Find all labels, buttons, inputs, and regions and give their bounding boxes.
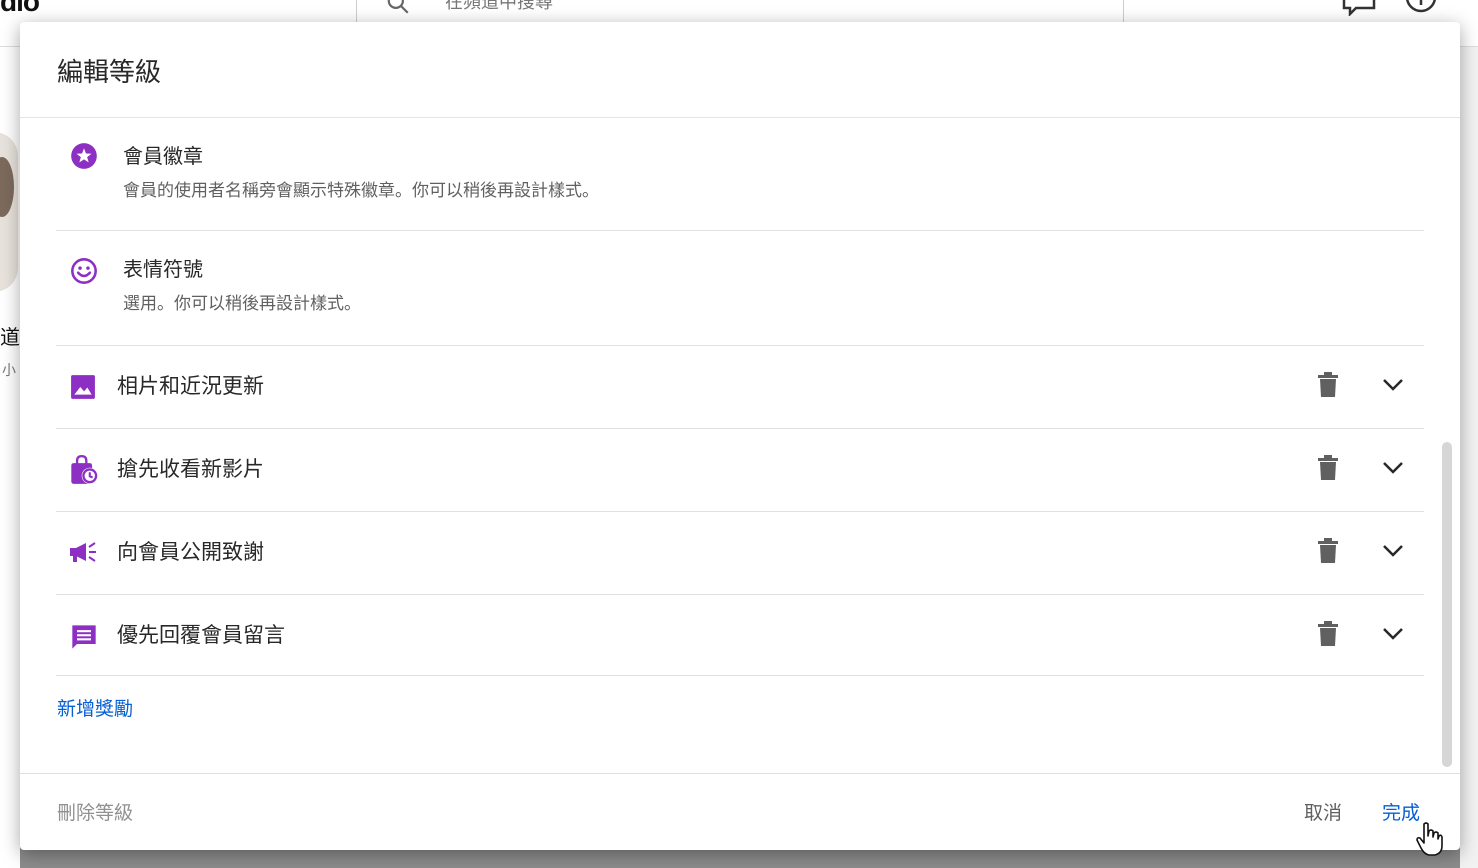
bag-clock-icon bbox=[71, 455, 98, 484]
reward-title: 優先回覆會員留言 bbox=[117, 623, 285, 647]
trash-icon[interactable] bbox=[1317, 538, 1339, 564]
trash-icon[interactable] bbox=[1317, 455, 1339, 481]
reward-title: 搶先收看新影片 bbox=[117, 457, 264, 481]
reward-row-shout-out: 向會員公開致謝 bbox=[56, 512, 1424, 595]
chevron-down-icon[interactable] bbox=[1382, 461, 1404, 475]
search-icon bbox=[387, 0, 409, 14]
chevron-down-icon[interactable] bbox=[1382, 544, 1404, 558]
background-sidebar: 道 小 bbox=[0, 47, 20, 868]
reward-title: 相片和近況更新 bbox=[117, 374, 264, 398]
add-reward-link[interactable]: 新增獎勵 bbox=[57, 694, 133, 721]
studio-logo: dio bbox=[0, 0, 40, 17]
reward-title: 向會員公開致謝 bbox=[117, 540, 264, 564]
done-button[interactable]: 完成 bbox=[1382, 798, 1420, 825]
feedback-icon[interactable] bbox=[1342, 0, 1376, 16]
chevron-down-icon[interactable] bbox=[1382, 627, 1404, 641]
perk-description: 會員的使用者名稱旁會顯示特殊徽章。你可以稍後再設計樣式。 bbox=[123, 181, 599, 201]
edit-tier-dialog: 編輯等級 會員徽章 會員的使用者名稱旁會顯示特殊徽章。你可以稍後再設計樣式。 表… bbox=[20, 22, 1460, 850]
perk-emojis: 表情符號 選用。你可以稍後再設計樣式。 bbox=[56, 231, 1424, 346]
megaphone-icon bbox=[70, 542, 96, 562]
channel-subtitle: 小 bbox=[2, 363, 16, 379]
reward-row-early-access: 搶先收看新影片 bbox=[56, 429, 1424, 512]
perk-title: 會員徽章 bbox=[123, 144, 203, 168]
channel-avatar bbox=[0, 132, 18, 292]
perk-member-badge: 會員徽章 會員的使用者名稱旁會顯示特殊徽章。你可以稍後再設計樣式。 bbox=[56, 118, 1424, 231]
perk-description: 選用。你可以稍後再設計樣式。 bbox=[123, 294, 361, 314]
trash-icon[interactable] bbox=[1317, 372, 1339, 398]
trash-icon[interactable] bbox=[1317, 621, 1339, 647]
delete-tier-button[interactable]: 刪除等級 bbox=[57, 798, 133, 825]
cancel-button[interactable]: 取消 bbox=[1304, 798, 1342, 825]
hand-cursor-icon bbox=[1416, 822, 1443, 856]
footer-divider bbox=[20, 773, 1460, 774]
smiley-icon bbox=[71, 258, 97, 284]
scrollbar-thumb[interactable] bbox=[1442, 442, 1452, 767]
chevron-down-icon[interactable] bbox=[1382, 378, 1404, 392]
perk-title: 表情符號 bbox=[123, 257, 203, 281]
search-placeholder: 在頻道中搜尋 bbox=[445, 0, 553, 13]
comment-icon bbox=[72, 625, 96, 649]
background-right-edge bbox=[1460, 47, 1478, 868]
dialog-title: 編輯等級 bbox=[57, 58, 162, 88]
channel-name: 道 bbox=[0, 325, 20, 349]
image-icon bbox=[71, 375, 95, 399]
help-icon[interactable] bbox=[1404, 0, 1438, 16]
star-badge-icon bbox=[71, 143, 97, 169]
reward-row-priority-replies: 優先回覆會員留言 bbox=[56, 595, 1424, 676]
reward-row-photos-updates: 相片和近況更新 bbox=[56, 346, 1424, 429]
